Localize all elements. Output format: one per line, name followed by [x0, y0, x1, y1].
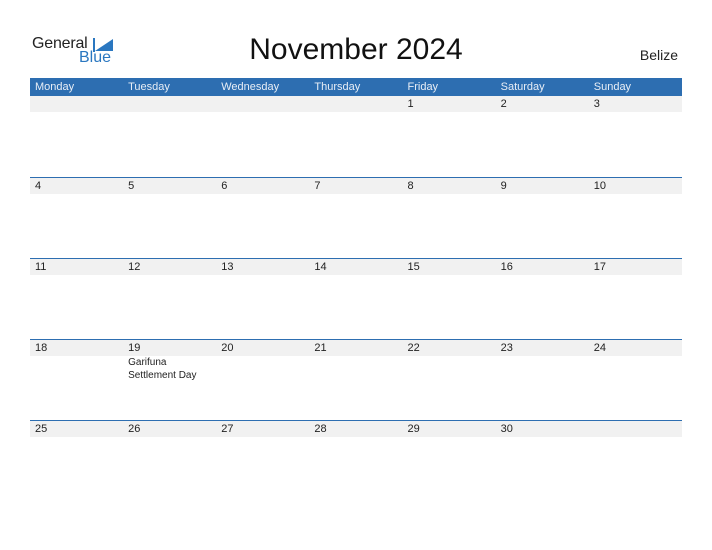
day-number: 23: [500, 342, 513, 354]
date-strip: 4 5 6 7 8 9 10: [30, 178, 682, 194]
day-cell: 17: [589, 259, 682, 275]
day-number: 28: [314, 423, 327, 435]
weekday-header: Monday Tuesday Wednesday Thursday Friday…: [30, 78, 682, 96]
day-cell: 15: [403, 259, 496, 275]
day-cell: 1: [403, 96, 496, 112]
day-cell: 28: [309, 421, 402, 437]
day-cell: [123, 96, 216, 112]
day-cell: 13: [216, 259, 309, 275]
day-number: 27: [221, 423, 234, 435]
day-number: 4: [35, 180, 42, 192]
day-cell: 10: [589, 178, 682, 194]
day-cell: 20: [216, 340, 309, 356]
day-cell: [309, 96, 402, 112]
day-number: 19: [128, 342, 141, 354]
weekday-sunday: Sunday: [593, 81, 632, 93]
weekday-wednesday: Wednesday: [221, 81, 280, 93]
day-number: 1: [407, 98, 414, 110]
week-row: 18 19 Garifuna Settlement Day 20 21 22 23 24: [30, 339, 682, 420]
day-number: 16: [500, 261, 513, 273]
day-number: 6: [221, 180, 228, 192]
calendar-title: November 2024: [249, 33, 463, 66]
day-cell: 29: [403, 421, 496, 437]
day-cell: 23: [496, 340, 589, 356]
day-cell: 3: [589, 96, 682, 112]
day-number: 10: [593, 180, 606, 192]
day-number: 29: [407, 423, 420, 435]
week-row: 4 5 6 7 8 9 10: [30, 177, 682, 258]
day-number: 9: [500, 180, 507, 192]
day-cell: 4: [30, 178, 123, 194]
day-cell: 26: [123, 421, 216, 437]
day-cell: [589, 421, 682, 437]
day-number: 7: [314, 180, 321, 192]
day-number: 21: [314, 342, 327, 354]
day-cell: 25: [30, 421, 123, 437]
day-cell: [216, 96, 309, 112]
date-strip: 1 2 3: [30, 96, 682, 112]
weekday-thursday: Thursday: [314, 81, 361, 93]
day-number: 14: [314, 261, 327, 273]
day-number: 17: [593, 261, 606, 273]
weekday-monday: Monday: [35, 81, 75, 93]
day-cell: 12: [123, 259, 216, 275]
day-cell: 24: [589, 340, 682, 356]
day-cell: 8: [403, 178, 496, 194]
weekday-tuesday: Tuesday: [128, 81, 170, 93]
day-cell: 2: [496, 96, 589, 112]
date-strip: 11 12 13 14 15 16 17: [30, 259, 682, 275]
day-number: 30: [500, 423, 513, 435]
day-number: 2: [500, 98, 507, 110]
day-cell: 22: [403, 340, 496, 356]
day-number: 24: [593, 342, 606, 354]
day-cell: [30, 96, 123, 112]
day-number: 25: [35, 423, 48, 435]
day-cell: 21: [309, 340, 402, 356]
day-number: 26: [128, 423, 141, 435]
day-cell: 30: [496, 421, 589, 437]
date-strip: 18 19 Garifuna Settlement Day 20 21 22 23 24: [30, 340, 682, 381]
day-number: 5: [128, 180, 135, 192]
day-cell: 16: [496, 259, 589, 275]
day-number: 13: [221, 261, 234, 273]
day-cell: 7: [309, 178, 402, 194]
country-label: Belize: [639, 47, 678, 63]
day-cell: 5: [123, 178, 216, 194]
date-strip: 25 26 27 28 29 30: [30, 421, 682, 437]
day-number: 20: [221, 342, 234, 354]
day-cell: 11: [30, 259, 123, 275]
day-number: 12: [128, 261, 141, 273]
weekday-friday: Friday: [407, 81, 439, 93]
day-number: 3: [593, 98, 600, 110]
day-cell: 14: [309, 259, 402, 275]
day-cell: 18: [30, 340, 123, 356]
week-row: 1 2 3: [30, 96, 682, 177]
day-number: 18: [35, 342, 48, 354]
day-cell: 19 Garifuna Settlement Day: [123, 340, 216, 381]
day-number: 22: [407, 342, 420, 354]
day-number: 8: [407, 180, 414, 192]
calendar-grid: Monday Tuesday Wednesday Thursday Friday…: [30, 78, 682, 501]
day-cell: 27: [216, 421, 309, 437]
holiday-event: Garifuna Settlement Day: [128, 357, 197, 381]
week-row: 25 26 27 28 29 30: [30, 420, 682, 501]
weekday-saturday: Saturday: [500, 81, 545, 93]
day-number: 15: [407, 261, 420, 273]
day-cell: 9: [496, 178, 589, 194]
week-row: 11 12 13 14 15 16 17: [30, 258, 682, 339]
day-cell: 6: [216, 178, 309, 194]
day-number: 11: [35, 261, 47, 273]
